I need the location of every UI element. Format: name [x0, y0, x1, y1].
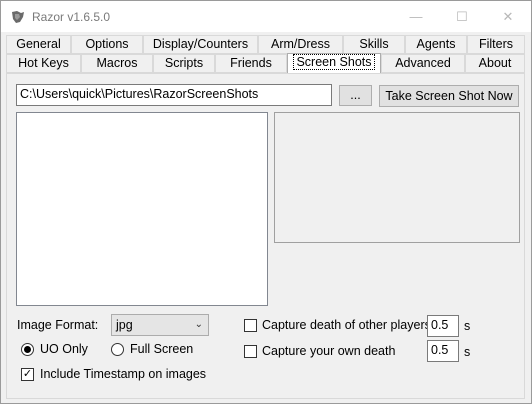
window-title: Razor v1.6.5.0	[32, 10, 111, 24]
chevron-down-icon: ⌄	[194, 319, 203, 330]
tab-arm-dress[interactable]: Arm/Dress	[258, 35, 343, 54]
browse-path-button[interactable]: ...	[339, 85, 372, 106]
tab-screen-shots[interactable]: Screen Shots	[287, 53, 381, 73]
capture-own-death-checkbox[interactable]	[244, 345, 257, 358]
capture-own-delay-input[interactable]: 0.5	[427, 340, 459, 362]
tab-skills[interactable]: Skills	[343, 35, 405, 54]
capture-others-death-label: Capture death of other players	[262, 318, 431, 332]
razor-app-icon	[10, 9, 26, 25]
maximize-button[interactable]: ☐	[439, 1, 485, 32]
screenshot-path-input[interactable]: C:\Users\quick\Pictures\RazorScreenShots	[16, 84, 332, 106]
take-screenshot-button[interactable]: Take Screen Shot Now	[379, 85, 519, 107]
tab-macros[interactable]: Macros	[81, 54, 153, 73]
maximize-icon: ☐	[456, 8, 468, 24]
tab-display-counters[interactable]: Display/Counters	[143, 35, 258, 54]
title-bar: Razor v1.6.5.0 — ☐ ✕	[1, 1, 531, 32]
uo-only-radio[interactable]	[21, 343, 34, 356]
tab-friends[interactable]: Friends	[215, 54, 287, 73]
tab-about[interactable]: About	[465, 54, 525, 73]
full-screen-radio[interactable]	[111, 343, 124, 356]
radio-selected-dot	[24, 346, 31, 353]
image-format-value: jpg	[116, 318, 133, 332]
tab-advanced[interactable]: Advanced	[381, 54, 465, 73]
tab-agents[interactable]: Agents	[405, 35, 467, 54]
screenshot-list[interactable]	[16, 112, 268, 306]
tab-hot-keys[interactable]: Hot Keys	[6, 54, 81, 73]
tab-filters[interactable]: Filters	[467, 35, 525, 54]
close-icon: ✕	[502, 8, 514, 24]
tab-general[interactable]: General	[6, 35, 71, 54]
razor-window: Razor v1.6.5.0 — ☐ ✕ General Options Dis…	[0, 0, 532, 404]
image-format-select[interactable]: jpg ⌄	[111, 314, 209, 336]
capture-others-delay-input[interactable]: 0.5	[427, 315, 459, 337]
screenshot-preview	[274, 112, 520, 243]
capture-own-seconds-unit: s	[464, 345, 471, 359]
full-screen-label: Full Screen	[130, 342, 194, 356]
capture-own-death-label: Capture your own death	[262, 344, 396, 358]
checkmark-icon: ✓	[22, 368, 33, 380]
close-button[interactable]: ✕	[485, 1, 531, 32]
capture-others-death-checkbox[interactable]	[244, 319, 257, 332]
include-timestamp-label: Include Timestamp on images	[40, 367, 207, 381]
include-timestamp-checkbox[interactable]: ✓	[21, 368, 34, 381]
minimize-icon: —	[409, 9, 423, 24]
minimize-button[interactable]: —	[393, 1, 439, 32]
tab-options[interactable]: Options	[71, 35, 143, 54]
tab-scripts[interactable]: Scripts	[153, 54, 215, 73]
image-format-label: Image Format:	[17, 318, 99, 332]
uo-only-label: UO Only	[40, 342, 88, 356]
capture-others-seconds-unit: s	[464, 319, 471, 333]
